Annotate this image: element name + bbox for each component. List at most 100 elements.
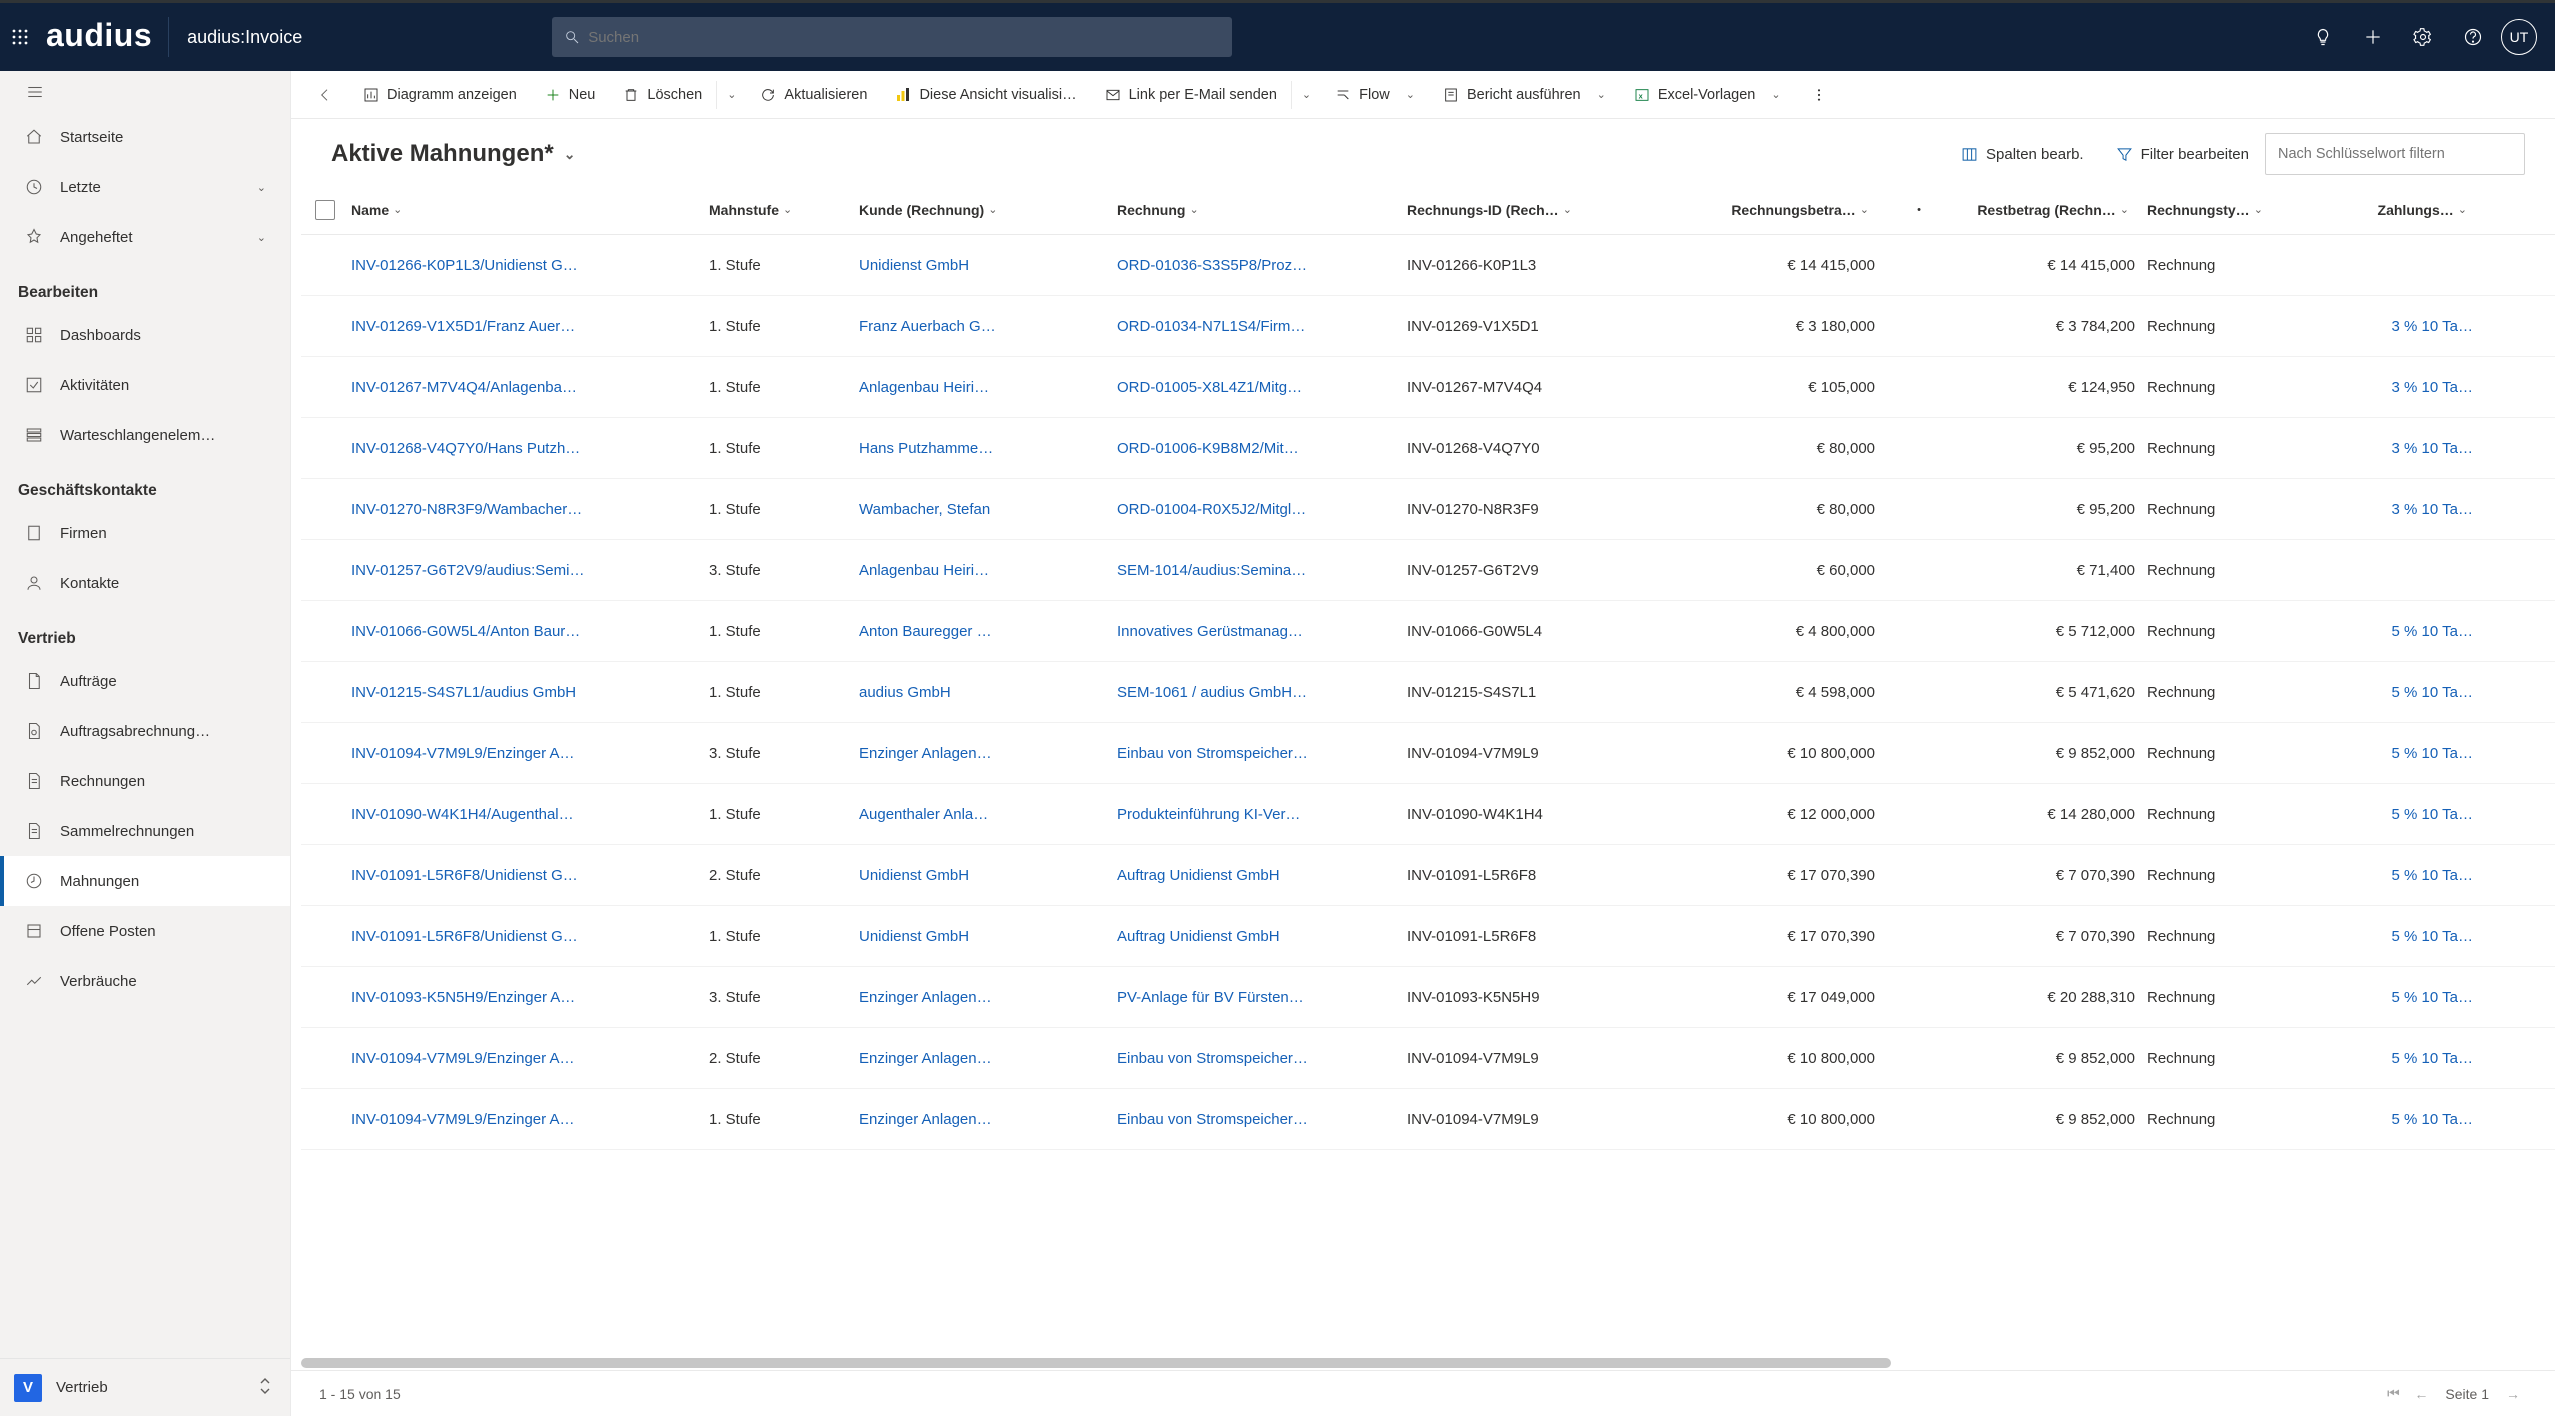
sidebar-item-startseite[interactable]: Startseite (0, 112, 290, 162)
cmd-visualize[interactable]: Diese Ansicht visualisi… (881, 71, 1090, 119)
cell-kunde[interactable]: Enzinger Anlagen… (859, 1111, 1117, 1128)
global-search[interactable] (552, 17, 1232, 57)
table-row[interactable]: INV-01091-L5R6F8/Unidienst G… 2. Stufe U… (301, 845, 2555, 906)
cell-name[interactable]: INV-01094-V7M9L9/Enzinger A… (351, 745, 709, 762)
cmd-email-link[interactable]: Link per E-Mail senden (1091, 71, 1291, 119)
cmd-overflow[interactable] (1801, 71, 1837, 119)
sidebar-item-offene-posten[interactable]: Offene Posten (0, 906, 290, 956)
cell-name[interactable]: INV-01091-L5R6F8/Unidienst G… (351, 867, 709, 884)
sidebar-item-aktivit-ten[interactable]: Aktivitäten (0, 360, 290, 410)
sidebar-item-auftragsabrechnung-[interactable]: Auftragsabrechnung… (0, 706, 290, 756)
cell-name[interactable]: INV-01215-S4S7L1/audius GmbH (351, 684, 709, 701)
plus-icon[interactable] (2351, 15, 2395, 59)
cell-zahl[interactable]: 3 % 10 Ta… (2317, 318, 2485, 335)
table-row[interactable]: INV-01268-V4Q7Y0/Hans Putzh… 1. Stufe Ha… (301, 418, 2555, 479)
select-all-checkbox[interactable] (315, 200, 335, 220)
cell-zahl[interactable]: 3 % 10 Ta… (2317, 501, 2485, 518)
horizontal-scrollbar[interactable] (301, 1356, 2555, 1370)
cell-rechnung[interactable]: SEM-1014/audius:Semina… (1117, 562, 1407, 579)
cell-kunde[interactable]: Enzinger Anlagen… (859, 989, 1117, 1006)
cell-kunde[interactable]: Franz Auerbach G… (859, 318, 1117, 335)
cell-kunde[interactable]: Unidienst GmbH (859, 867, 1117, 884)
col-name[interactable]: Name⌄ (351, 202, 709, 218)
cell-rechnung[interactable]: Produkteinführung KI-Ver… (1117, 806, 1407, 823)
cell-zahl[interactable]: 5 % 10 Ta… (2317, 806, 2485, 823)
sidebar-item-rechnungen[interactable]: Rechnungen (0, 756, 290, 806)
cell-rechnung[interactable]: SEM-1061 / audius GmbH… (1117, 684, 1407, 701)
cell-name[interactable]: INV-01094-V7M9L9/Enzinger A… (351, 1111, 709, 1128)
prev-page-button[interactable]: ← (2407, 1386, 2435, 1402)
cell-kunde[interactable]: Enzinger Anlagen… (859, 745, 1117, 762)
view-selector[interactable]: Aktive Mahnungen* ⌄ (321, 140, 575, 168)
cell-kunde[interactable]: Anlagenbau Heiri… (859, 379, 1117, 396)
cell-kunde[interactable]: Anlagenbau Heiri… (859, 562, 1117, 579)
gear-icon[interactable] (2401, 15, 2445, 59)
next-page-button[interactable]: → (2499, 1386, 2527, 1402)
table-row[interactable]: INV-01266-K0P1L3/Unidienst G… 1. Stufe U… (301, 235, 2555, 296)
sidebar-item-kontakte[interactable]: Kontakte (0, 558, 290, 608)
back-button[interactable] (301, 71, 349, 119)
cmd-email-chevron[interactable]: ⌄ (1292, 71, 1321, 119)
cmd-excel[interactable]: x Excel-Vorlagen ⌄ (1620, 71, 1795, 119)
col-kunde[interactable]: Kunde (Rechnung)⌄ (859, 202, 1117, 218)
sidebar-item-auftr-ge[interactable]: Aufträge (0, 656, 290, 706)
cell-kunde[interactable]: Unidienst GmbH (859, 257, 1117, 274)
cell-zahl[interactable]: 3 % 10 Ta… (2317, 379, 2485, 396)
cell-name[interactable]: INV-01266-K0P1L3/Unidienst G… (351, 257, 709, 274)
cell-zahl[interactable]: 5 % 10 Ta… (2317, 928, 2485, 945)
table-row[interactable]: INV-01094-V7M9L9/Enzinger A… 1. Stufe En… (301, 1089, 2555, 1150)
cell-kunde[interactable]: Enzinger Anlagen… (859, 1050, 1117, 1067)
cell-rechnung[interactable]: PV-Anlage für BV Fürsten… (1117, 989, 1407, 1006)
user-avatar[interactable]: UT (2501, 19, 2537, 55)
cell-name[interactable]: INV-01066-G0W5L4/Anton Baur… (351, 623, 709, 640)
cell-kunde[interactable]: Augenthaler Anla… (859, 806, 1117, 823)
cell-kunde[interactable]: Wambacher, Stefan (859, 501, 1117, 518)
table-row[interactable]: INV-01094-V7M9L9/Enzinger A… 3. Stufe En… (301, 723, 2555, 784)
cell-rechnung[interactable]: Einbau von Stromspeicher… (1117, 1050, 1407, 1067)
cell-name[interactable]: INV-01269-V1X5D1/Franz Auer… (351, 318, 709, 335)
search-input[interactable] (588, 29, 1220, 46)
sidebar-area-switcher[interactable]: V Vertrieb (0, 1358, 290, 1416)
cmd-delete-chevron[interactable]: ⌄ (717, 71, 746, 119)
cell-rechnung[interactable]: ORD-01005-X8L4Z1/Mitg… (1117, 379, 1407, 396)
cell-rechnung[interactable]: ORD-01004-R0X5J2/Mitgl… (1117, 501, 1407, 518)
sidebar-item-firmen[interactable]: Firmen (0, 508, 290, 558)
cell-zahl[interactable]: 5 % 10 Ta… (2317, 867, 2485, 884)
sidebar-item-warteschlangenelem-[interactable]: Warteschlangenelem… (0, 410, 290, 460)
cell-name[interactable]: INV-01093-K5N5H9/Enzinger A… (351, 989, 709, 1006)
cmd-report[interactable]: Bericht ausführen ⌄ (1429, 71, 1620, 119)
cell-name[interactable]: INV-01091-L5R6F8/Unidienst G… (351, 928, 709, 945)
col-rid[interactable]: Rechnungs-ID (Rech…⌄ (1407, 202, 1667, 218)
sidebar-item-dashboards[interactable]: Dashboards (0, 310, 290, 360)
sidebar-toggle[interactable] (0, 71, 290, 112)
cell-name[interactable]: INV-01268-V4Q7Y0/Hans Putzh… (351, 440, 709, 457)
app-launcher-icon[interactable] (0, 29, 40, 45)
sidebar-item-verbr-uche[interactable]: Verbräuche (0, 956, 290, 1006)
table-row[interactable]: INV-01091-L5R6F8/Unidienst G… 1. Stufe U… (301, 906, 2555, 967)
table-row[interactable]: INV-01270-N8R3F9/Wambacher… 1. Stufe Wam… (301, 479, 2555, 540)
col-typ[interactable]: Rechnungsty…⌄ (2147, 202, 2317, 218)
sidebar-item-sammelrechnungen[interactable]: Sammelrechnungen (0, 806, 290, 856)
cell-zahl[interactable]: 5 % 10 Ta… (2317, 1111, 2485, 1128)
cell-rechnung[interactable]: Auftrag Unidienst GmbH (1117, 867, 1407, 884)
sidebar-item-letzte[interactable]: Letzte⌄ (0, 162, 290, 212)
cell-name[interactable]: INV-01257-G6T2V9/audius:Semi… (351, 562, 709, 579)
table-row[interactable]: INV-01093-K5N5H9/Enzinger A… 3. Stufe En… (301, 967, 2555, 1028)
cell-kunde[interactable]: audius GmbH (859, 684, 1117, 701)
cell-rechnung[interactable]: Einbau von Stromspeicher… (1117, 745, 1407, 762)
cmd-new[interactable]: Neu (531, 71, 610, 119)
cell-rechnung[interactable]: Einbau von Stromspeicher… (1117, 1111, 1407, 1128)
cell-kunde[interactable]: Anton Bauregger … (859, 623, 1117, 640)
lightbulb-icon[interactable] (2301, 15, 2345, 59)
table-row[interactable]: INV-01257-G6T2V9/audius:Semi… 3. Stufe A… (301, 540, 2555, 601)
cell-name[interactable]: INV-01270-N8R3F9/Wambacher… (351, 501, 709, 518)
cell-zahl[interactable]: 5 % 10 Ta… (2317, 745, 2485, 762)
table-row[interactable]: INV-01066-G0W5L4/Anton Baur… 1. Stufe An… (301, 601, 2555, 662)
cell-kunde[interactable]: Hans Putzhamme… (859, 440, 1117, 457)
cell-name[interactable]: INV-01090-W4K1H4/Augenthal… (351, 806, 709, 823)
sidebar-item-angeheftet[interactable]: Angeheftet⌄ (0, 212, 290, 262)
cell-rechnung[interactable]: ORD-01034-N7L1S4/Firm… (1117, 318, 1407, 335)
keyword-filter-input[interactable] (2265, 133, 2525, 175)
cell-zahl[interactable]: 5 % 10 Ta… (2317, 989, 2485, 1006)
cell-zahl[interactable]: 5 % 10 Ta… (2317, 623, 2485, 640)
